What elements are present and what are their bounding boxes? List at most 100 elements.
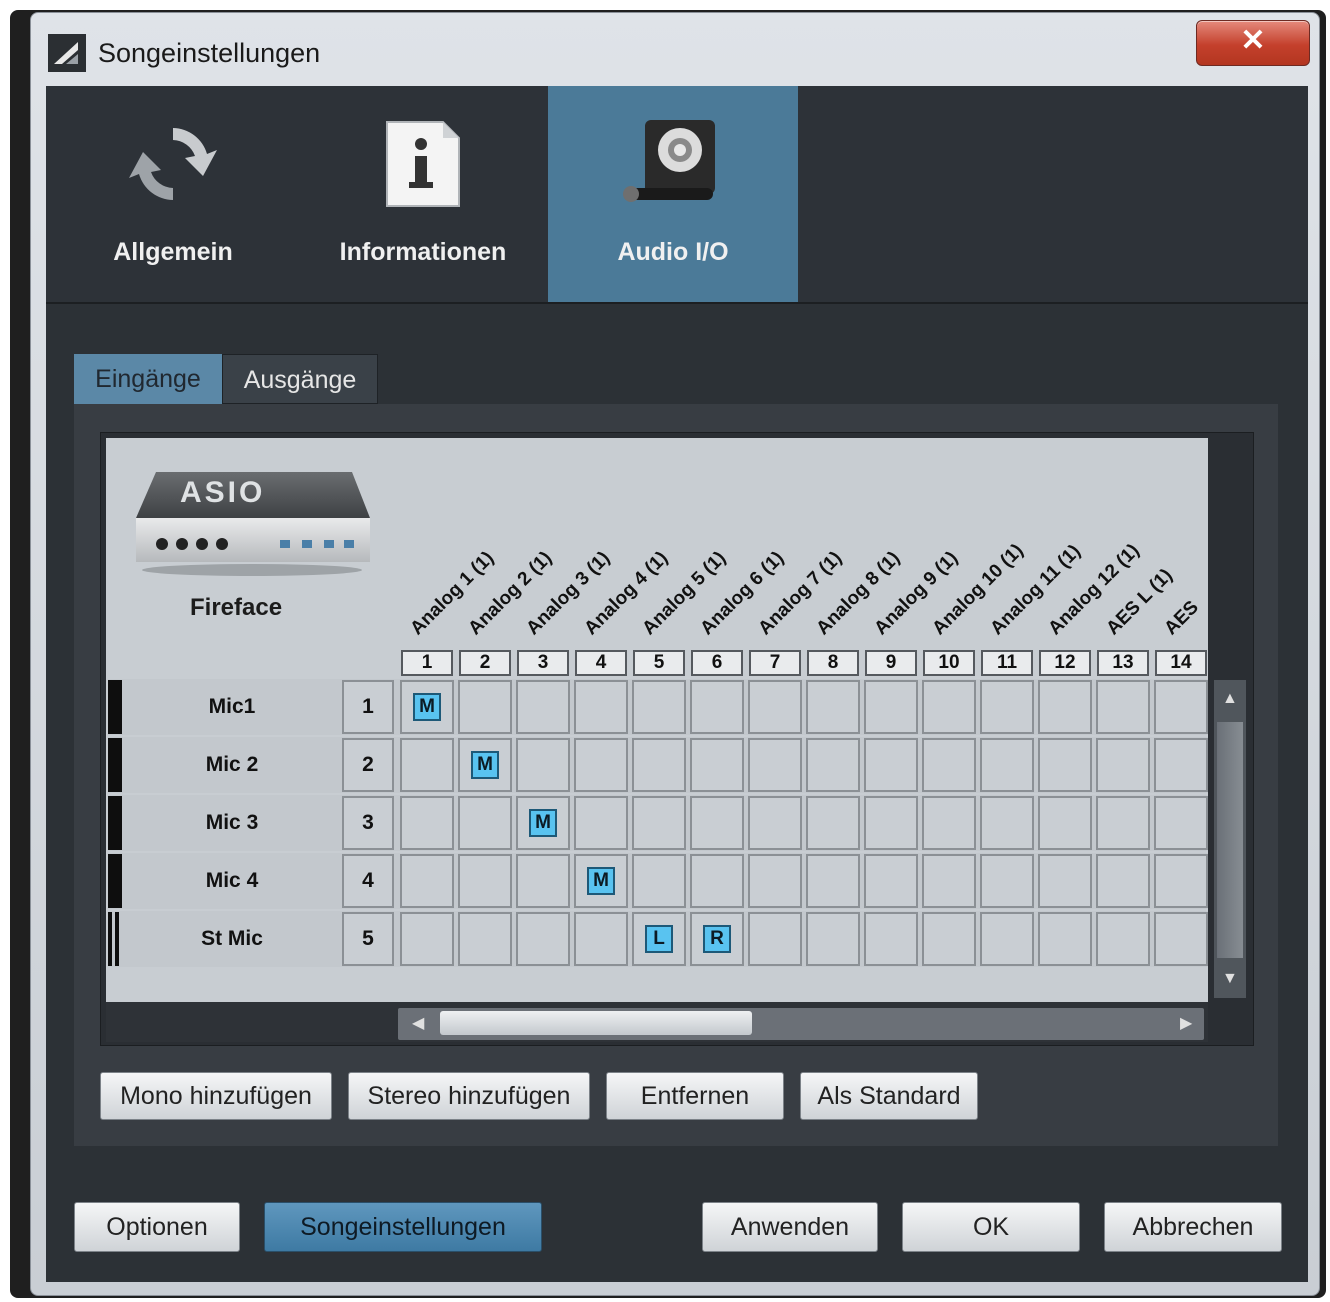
routing-cell[interactable] — [980, 738, 1034, 792]
routing-cell[interactable] — [690, 680, 744, 734]
song-settings-button[interactable]: Songeinstellungen — [264, 1202, 542, 1252]
routing-cell[interactable] — [516, 912, 570, 966]
routing-cell[interactable] — [980, 680, 1034, 734]
routing-cell[interactable] — [806, 854, 860, 908]
routing-cell[interactable]: M — [400, 680, 454, 734]
close-button[interactable]: ✕ — [1196, 20, 1310, 66]
tab-informationen[interactable]: Informationen — [298, 86, 548, 302]
routing-cell[interactable] — [1038, 796, 1092, 850]
routing-cell[interactable] — [574, 912, 628, 966]
scroll-left-icon[interactable]: ◀ — [412, 1013, 424, 1033]
tab-allgemein[interactable]: Allgemein — [48, 86, 298, 302]
routing-cell[interactable] — [1096, 912, 1150, 966]
routing-cell[interactable] — [922, 796, 976, 850]
routing-cell[interactable] — [690, 738, 744, 792]
cancel-button[interactable]: Abbrechen — [1104, 1202, 1282, 1252]
routing-cell[interactable] — [690, 796, 744, 850]
routing-cell[interactable] — [806, 912, 860, 966]
routing-cell[interactable] — [748, 680, 802, 734]
routing-cell[interactable] — [864, 738, 918, 792]
horizontal-scroll-thumb[interactable] — [440, 1011, 752, 1035]
routing-cell[interactable] — [690, 854, 744, 908]
routing-mark[interactable]: L — [645, 925, 673, 953]
scroll-up-icon[interactable]: ▲ — [1222, 690, 1238, 708]
routing-cell[interactable] — [1154, 912, 1208, 966]
routing-cell[interactable] — [574, 680, 628, 734]
apply-button[interactable]: Anwenden — [702, 1202, 878, 1252]
routing-cell[interactable] — [980, 912, 1034, 966]
mono-add-button[interactable]: Mono hinzufügen — [100, 1072, 332, 1120]
routing-cell[interactable] — [864, 912, 918, 966]
routing-cell[interactable] — [806, 738, 860, 792]
routing-mark[interactable]: R — [703, 925, 731, 953]
routing-cell[interactable] — [980, 796, 1034, 850]
routing-cell[interactable] — [632, 738, 686, 792]
routing-cell[interactable] — [748, 796, 802, 850]
routing-cell[interactable]: L — [632, 912, 686, 966]
set-default-button[interactable]: Als Standard — [800, 1072, 978, 1120]
tab-audio-io[interactable]: Audio I/O — [548, 86, 798, 302]
options-button[interactable]: Optionen — [74, 1202, 240, 1252]
routing-cell[interactable]: M — [516, 796, 570, 850]
routing-cell[interactable] — [1154, 854, 1208, 908]
routing-cell[interactable] — [864, 796, 918, 850]
routing-cell[interactable] — [1038, 680, 1092, 734]
routing-cell[interactable] — [632, 854, 686, 908]
routing-cell[interactable] — [748, 912, 802, 966]
routing-cell[interactable] — [748, 854, 802, 908]
row-channel-name[interactable]: Mic 3 — [122, 796, 342, 850]
routing-cell[interactable]: M — [574, 854, 628, 908]
scroll-down-icon[interactable]: ▼ — [1222, 970, 1238, 988]
routing-cell[interactable] — [458, 912, 512, 966]
routing-cell[interactable] — [400, 912, 454, 966]
routing-cell[interactable] — [1154, 680, 1208, 734]
vertical-scroll-thumb[interactable] — [1217, 722, 1243, 958]
row-channel-name[interactable]: St Mic — [122, 912, 342, 966]
routing-mark[interactable]: M — [587, 867, 615, 895]
routing-cell[interactable] — [516, 854, 570, 908]
routing-cell[interactable] — [516, 738, 570, 792]
routing-cell[interactable] — [980, 854, 1034, 908]
routing-cell[interactable] — [748, 738, 802, 792]
routing-cell[interactable] — [1154, 796, 1208, 850]
routing-mark[interactable]: M — [413, 693, 441, 721]
routing-cell[interactable] — [458, 680, 512, 734]
remove-button[interactable]: Entfernen — [606, 1072, 784, 1120]
row-channel-name[interactable]: Mic1 — [122, 680, 342, 734]
routing-mark[interactable]: M — [471, 751, 499, 779]
stereo-add-button[interactable]: Stereo hinzufügen — [348, 1072, 590, 1120]
routing-mark[interactable]: M — [529, 809, 557, 837]
row-channel-name[interactable]: Mic 2 — [122, 738, 342, 792]
routing-cell[interactable] — [1096, 680, 1150, 734]
routing-cell[interactable] — [864, 854, 918, 908]
scroll-right-icon[interactable]: ▶ — [1180, 1013, 1192, 1033]
routing-cell[interactable] — [806, 796, 860, 850]
routing-cell[interactable] — [516, 680, 570, 734]
routing-cell[interactable] — [1038, 854, 1092, 908]
routing-cell[interactable] — [922, 854, 976, 908]
routing-cell[interactable] — [574, 796, 628, 850]
routing-cell[interactable] — [632, 680, 686, 734]
routing-cell[interactable]: M — [458, 738, 512, 792]
routing-cell[interactable] — [806, 680, 860, 734]
routing-cell[interactable] — [1096, 738, 1150, 792]
tab-eingaenge[interactable]: Eingänge — [74, 354, 222, 404]
routing-cell[interactable] — [632, 796, 686, 850]
routing-cell[interactable] — [400, 738, 454, 792]
routing-cell[interactable] — [458, 796, 512, 850]
routing-cell[interactable] — [922, 680, 976, 734]
routing-cell[interactable] — [400, 796, 454, 850]
routing-cell[interactable] — [1096, 854, 1150, 908]
routing-cell[interactable] — [1096, 796, 1150, 850]
routing-cell[interactable] — [400, 854, 454, 908]
ok-button[interactable]: OK — [902, 1202, 1080, 1252]
tab-ausgaenge[interactable]: Ausgänge — [222, 354, 378, 404]
routing-cell[interactable] — [1154, 738, 1208, 792]
routing-cell[interactable] — [1038, 912, 1092, 966]
routing-cell[interactable] — [922, 912, 976, 966]
row-channel-name[interactable]: Mic 4 — [122, 854, 342, 908]
routing-cell[interactable] — [922, 738, 976, 792]
routing-cell[interactable] — [1038, 738, 1092, 792]
routing-cell[interactable] — [574, 738, 628, 792]
routing-cell[interactable] — [458, 854, 512, 908]
